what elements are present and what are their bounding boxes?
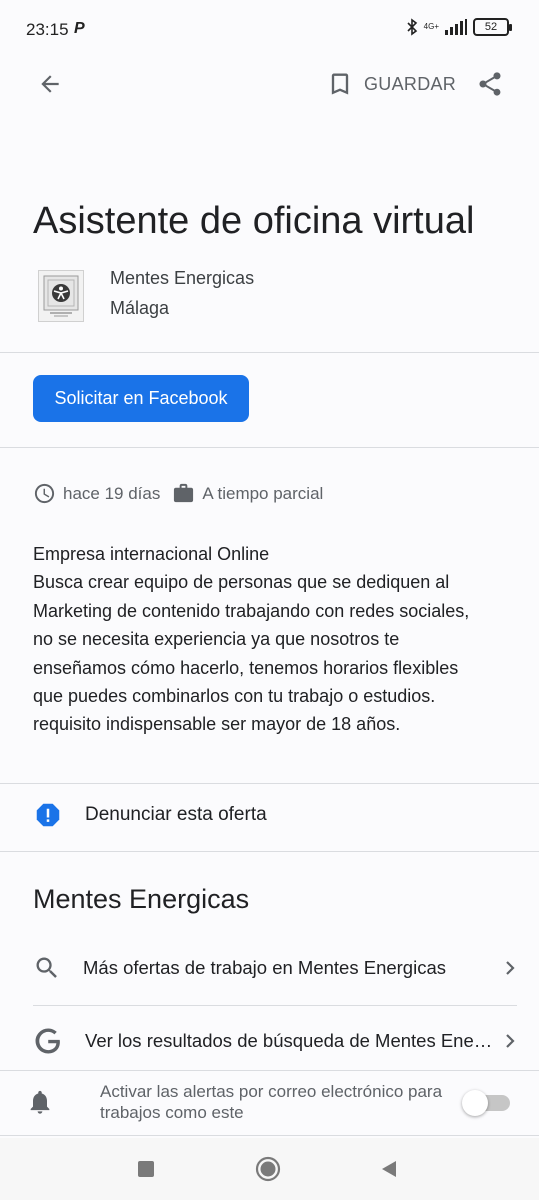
status-icons: 4G+ 52	[406, 18, 512, 36]
bookmark-icon	[331, 73, 349, 95]
chevron-right-icon	[497, 1032, 517, 1050]
report-offer-button[interactable]: Denunciar esta oferta	[33, 800, 267, 830]
bluetooth-icon	[407, 18, 417, 36]
description-line: enseñamos cómo hacerlo, tenemos horarios…	[33, 657, 459, 678]
recents-button[interactable]	[132, 1155, 160, 1183]
back-arrow-icon	[41, 75, 59, 93]
email-alert-label: Activar las alertas por correo electróni…	[100, 1082, 443, 1122]
save-label: GUARDAR	[364, 73, 457, 94]
description-line: que puedes combinarlos con tu trabajo o …	[33, 686, 436, 707]
description-line: Marketing de contenido trabajando con re…	[33, 600, 470, 621]
company-name: Mentes Energicas	[110, 268, 255, 288]
network-type: 4G+	[423, 22, 439, 31]
description-line: Empresa internacional Online	[33, 544, 270, 564]
briefcase-icon	[174, 483, 194, 503]
company-logo-image	[43, 275, 79, 317]
job-type: A tiempo parcial	[202, 483, 324, 503]
description-line: requisito indispensable ser mayor de 18 …	[33, 714, 401, 735]
divider	[0, 851, 539, 852]
bell-icon	[26, 1087, 54, 1122]
job-meta: hace 19 días A tiempo parcial	[33, 482, 335, 505]
job-description: Empresa internacional Online Busca crear…	[33, 540, 513, 739]
google-search-label: Ver los resultados de búsqueda de Mentes…	[85, 1030, 497, 1051]
company-logo	[38, 270, 84, 322]
status-time: 23:15	[26, 20, 69, 39]
save-button[interactable]: GUARDAR	[326, 64, 456, 104]
status-bar: 23:15 P 4G+ 52	[0, 0, 539, 60]
back-button[interactable]	[32, 66, 68, 102]
signal-icon	[445, 19, 467, 35]
clock-icon	[34, 483, 55, 504]
triangle-back-icon	[382, 1161, 396, 1177]
description-line: Busca crear equipo de personas que se de…	[33, 572, 450, 593]
report-label: Denunciar esta oferta	[85, 804, 267, 825]
divider	[0, 447, 539, 448]
description-line: no se necesita experiencia ya que nosotr…	[33, 629, 400, 650]
report-icon	[36, 803, 60, 827]
share-icon	[479, 72, 501, 96]
share-button[interactable]	[472, 66, 508, 102]
company-location: Málaga	[110, 298, 170, 318]
google-icon	[35, 1028, 60, 1054]
job-title: Asistente de oficina virtual	[33, 200, 475, 242]
posted-date: hace 19 días	[63, 483, 161, 503]
toggle-knob	[462, 1090, 488, 1116]
payment-icon: P	[74, 20, 85, 37]
circle-icon	[255, 1156, 281, 1182]
search-icon	[36, 957, 57, 978]
company-section-heading: Mentes Energicas	[33, 884, 250, 914]
chevron-right-icon	[497, 959, 517, 977]
back-nav-button[interactable]	[375, 1155, 403, 1183]
apply-button[interactable]: Solicitar en Facebook	[33, 375, 249, 422]
job-type-info: A tiempo parcial	[172, 482, 323, 505]
divider	[0, 783, 539, 784]
more-jobs-link[interactable]: Más ofertas de trabajo en Mentes Energic…	[33, 954, 517, 982]
divider	[33, 1005, 517, 1006]
email-alert-toggle[interactable]	[462, 1090, 510, 1116]
more-jobs-label: Más ofertas de trabajo en Mentes Energic…	[83, 957, 446, 978]
battery-icon: 52	[473, 18, 512, 36]
square-icon	[138, 1161, 154, 1177]
google-search-link[interactable]: Ver los resultados de búsqueda de Mentes…	[33, 1026, 517, 1056]
home-button[interactable]	[254, 1155, 282, 1183]
divider	[0, 352, 539, 353]
posted-info: hace 19 días	[33, 482, 160, 505]
